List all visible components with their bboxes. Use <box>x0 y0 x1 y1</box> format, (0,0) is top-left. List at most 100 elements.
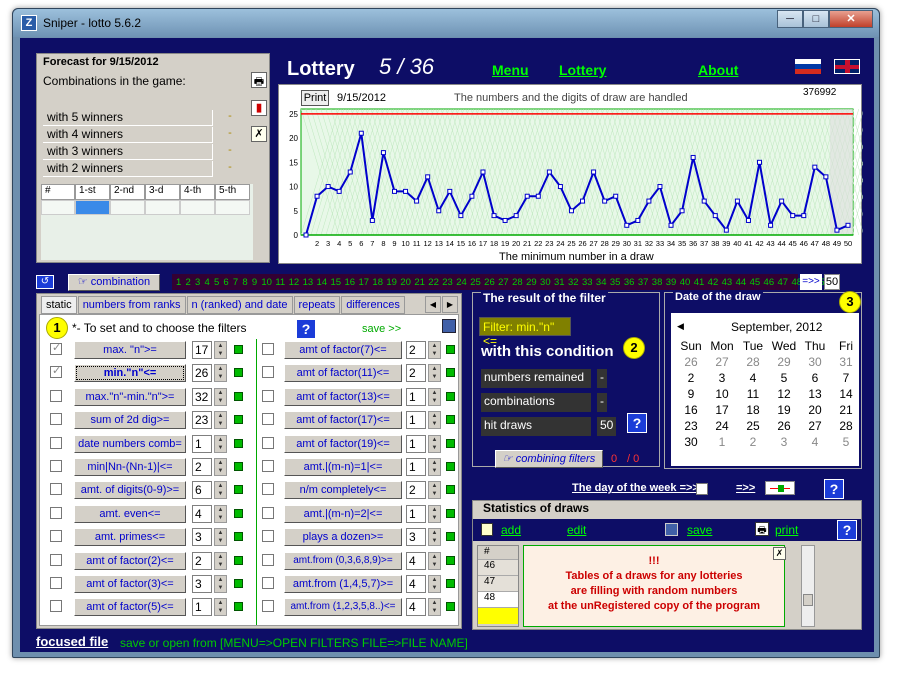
forecast-cell[interactable] <box>180 200 215 215</box>
calendar-day[interactable]: 30 <box>801 355 829 369</box>
spinner-arrows-icon[interactable]: ▲ ▼ <box>214 504 227 523</box>
calendar-day[interactable]: 17 <box>708 403 736 417</box>
filter-checkbox[interactable] <box>50 389 62 402</box>
calendar-day[interactable]: 4 <box>801 435 829 449</box>
number-item[interactable]: 39 <box>666 277 677 288</box>
tab-static[interactable]: static <box>41 296 77 314</box>
stats-scrollbar[interactable] <box>801 545 815 627</box>
calendar-day[interactable]: 9 <box>677 387 705 401</box>
stats-row[interactable]: 46 <box>478 560 518 576</box>
save-disk-icon-2[interactable] <box>665 523 678 536</box>
calendar-day[interactable]: 12 <box>770 387 798 401</box>
calendar-day[interactable]: 19 <box>770 403 798 417</box>
filter-checkbox[interactable] <box>50 413 62 426</box>
calendar-day[interactable]: 29 <box>770 355 798 369</box>
filter-value[interactable]: 1 <box>406 387 426 406</box>
stats-help-button[interactable]: ? <box>837 520 857 540</box>
number-item[interactable]: 10 <box>261 277 272 288</box>
maximize-button[interactable]: □ <box>803 10 829 28</box>
filter-button[interactable]: amt.|(m-n)=1|<= <box>284 458 402 476</box>
filter-value[interactable]: 2 <box>406 364 426 383</box>
number-item[interactable]: 15 <box>331 277 342 288</box>
spinner-arrows-icon[interactable]: ▲ ▼ <box>428 411 441 430</box>
tab-differences[interactable]: differences <box>341 296 405 314</box>
forecast-cell[interactable] <box>110 200 145 215</box>
stats-row[interactable]: 47 <box>478 576 518 592</box>
filter-button[interactable]: min."n"<= <box>74 364 186 383</box>
filter-button[interactable]: sum of 2d dig>= <box>74 411 186 430</box>
calendar-day[interactable]: 3 <box>708 371 736 385</box>
filter-button[interactable]: amt. of digits(0-9)>= <box>74 481 186 500</box>
filter-button[interactable]: min|Nn-(Nn-1)|<= <box>74 458 186 476</box>
spinner-arrows-icon[interactable]: ▲ ▼ <box>214 598 227 617</box>
weekday-slider[interactable] <box>765 481 795 495</box>
filter-checkbox[interactable] <box>50 553 62 566</box>
calendar-day[interactable]: 18 <box>739 403 767 417</box>
number-item[interactable]: 30 <box>540 277 551 288</box>
filter-checkbox[interactable] <box>50 577 62 589</box>
calendar-day[interactable]: 2 <box>739 435 767 449</box>
number-item[interactable]: 9 <box>252 277 257 288</box>
calendar-day[interactable]: 28 <box>739 355 767 369</box>
save-link-2[interactable]: save <box>687 523 712 537</box>
number-item[interactable]: 44 <box>736 277 747 288</box>
filter-checkbox[interactable] <box>262 600 274 613</box>
filter-value[interactable]: 1 <box>406 504 426 523</box>
close-button[interactable]: ✕ <box>829 10 873 28</box>
filter-button[interactable]: amt of factor(13)<= <box>284 387 402 406</box>
number-item[interactable]: 35 <box>610 277 621 288</box>
number-item[interactable]: 1 <box>176 277 181 288</box>
filter-value[interactable]: 3 <box>192 528 212 547</box>
filter-checkbox[interactable] <box>50 600 62 613</box>
number-item[interactable]: 13 <box>303 277 314 288</box>
number-item[interactable]: 2 <box>185 277 190 288</box>
number-item[interactable]: 37 <box>638 277 649 288</box>
combination-button[interactable]: ☞ combination <box>68 274 160 291</box>
filter-button[interactable]: n/m completely<= <box>284 481 402 500</box>
calendar-day[interactable]: 27 <box>708 355 736 369</box>
menu-link[interactable]: Menu <box>492 62 529 78</box>
calendar-day[interactable]: 26 <box>677 355 705 369</box>
filter-checkbox[interactable] <box>50 341 62 355</box>
tool-icon[interactable]: ✗ <box>251 126 267 142</box>
filter-button[interactable]: amt.from (1,4,5,7)>= <box>284 575 402 593</box>
filter-value[interactable]: 4 <box>406 575 426 593</box>
help-button[interactable]: ? <box>296 319 316 339</box>
tab-n-ranked-and-date[interactable]: n (ranked) and date <box>186 296 293 314</box>
filter-checkbox[interactable] <box>50 364 62 379</box>
filter-checkbox[interactable] <box>50 506 62 519</box>
number-item[interactable]: 43 <box>722 277 733 288</box>
filter-button[interactable]: amt. primes<= <box>74 528 186 547</box>
spinner-arrows-icon[interactable]: ▲ ▼ <box>428 481 441 500</box>
uk-flag-icon[interactable] <box>834 59 860 74</box>
filter-checkbox[interactable] <box>262 553 274 566</box>
combining-button[interactable]: ☞ combining filters <box>495 450 603 468</box>
filter-button[interactable]: amt of factor(3)<= <box>74 575 186 593</box>
number-item[interactable]: 29 <box>526 277 537 288</box>
filter-button[interactable]: amt of factor(17)<= <box>284 411 402 430</box>
spinner-arrows-icon[interactable]: ▲ ▼ <box>428 551 441 570</box>
calendar-day[interactable]: 20 <box>801 403 829 417</box>
result-help-button[interactable]: ? <box>627 413 647 433</box>
calendar-day[interactable]: 26 <box>770 419 798 433</box>
filter-button[interactable]: amt of factor(5)<= <box>74 598 186 617</box>
spinner-arrows-icon[interactable]: ▲ ▼ <box>214 528 227 547</box>
calendar-day[interactable]: 25 <box>739 419 767 433</box>
spinner-arrows-icon[interactable]: ▲ ▼ <box>214 341 227 359</box>
tab-repeats[interactable]: repeats <box>293 296 341 314</box>
spinner-arrows-icon[interactable]: ▲ ▼ <box>214 411 227 430</box>
filter-checkbox[interactable] <box>50 530 62 543</box>
number-item[interactable]: 45 <box>750 277 761 288</box>
number-item[interactable]: 24 <box>456 277 467 288</box>
filter-value[interactable]: 4 <box>406 598 426 617</box>
calendar-day[interactable]: 2 <box>677 371 705 385</box>
filter-button[interactable]: amt of factor(7)<= <box>284 341 402 359</box>
number-item[interactable]: 25 <box>470 277 481 288</box>
print-icon-2[interactable]: 🖶 <box>755 522 769 536</box>
forecast-cell[interactable] <box>215 200 250 215</box>
spinner-arrows-icon[interactable]: ▲ ▼ <box>428 341 441 359</box>
number-item[interactable]: 27 <box>498 277 509 288</box>
calendar-day[interactable]: 1 <box>708 435 736 449</box>
tab-numbers-from-ranks[interactable]: numbers from ranks <box>77 296 186 314</box>
number-item[interactable]: 8 <box>242 277 247 288</box>
